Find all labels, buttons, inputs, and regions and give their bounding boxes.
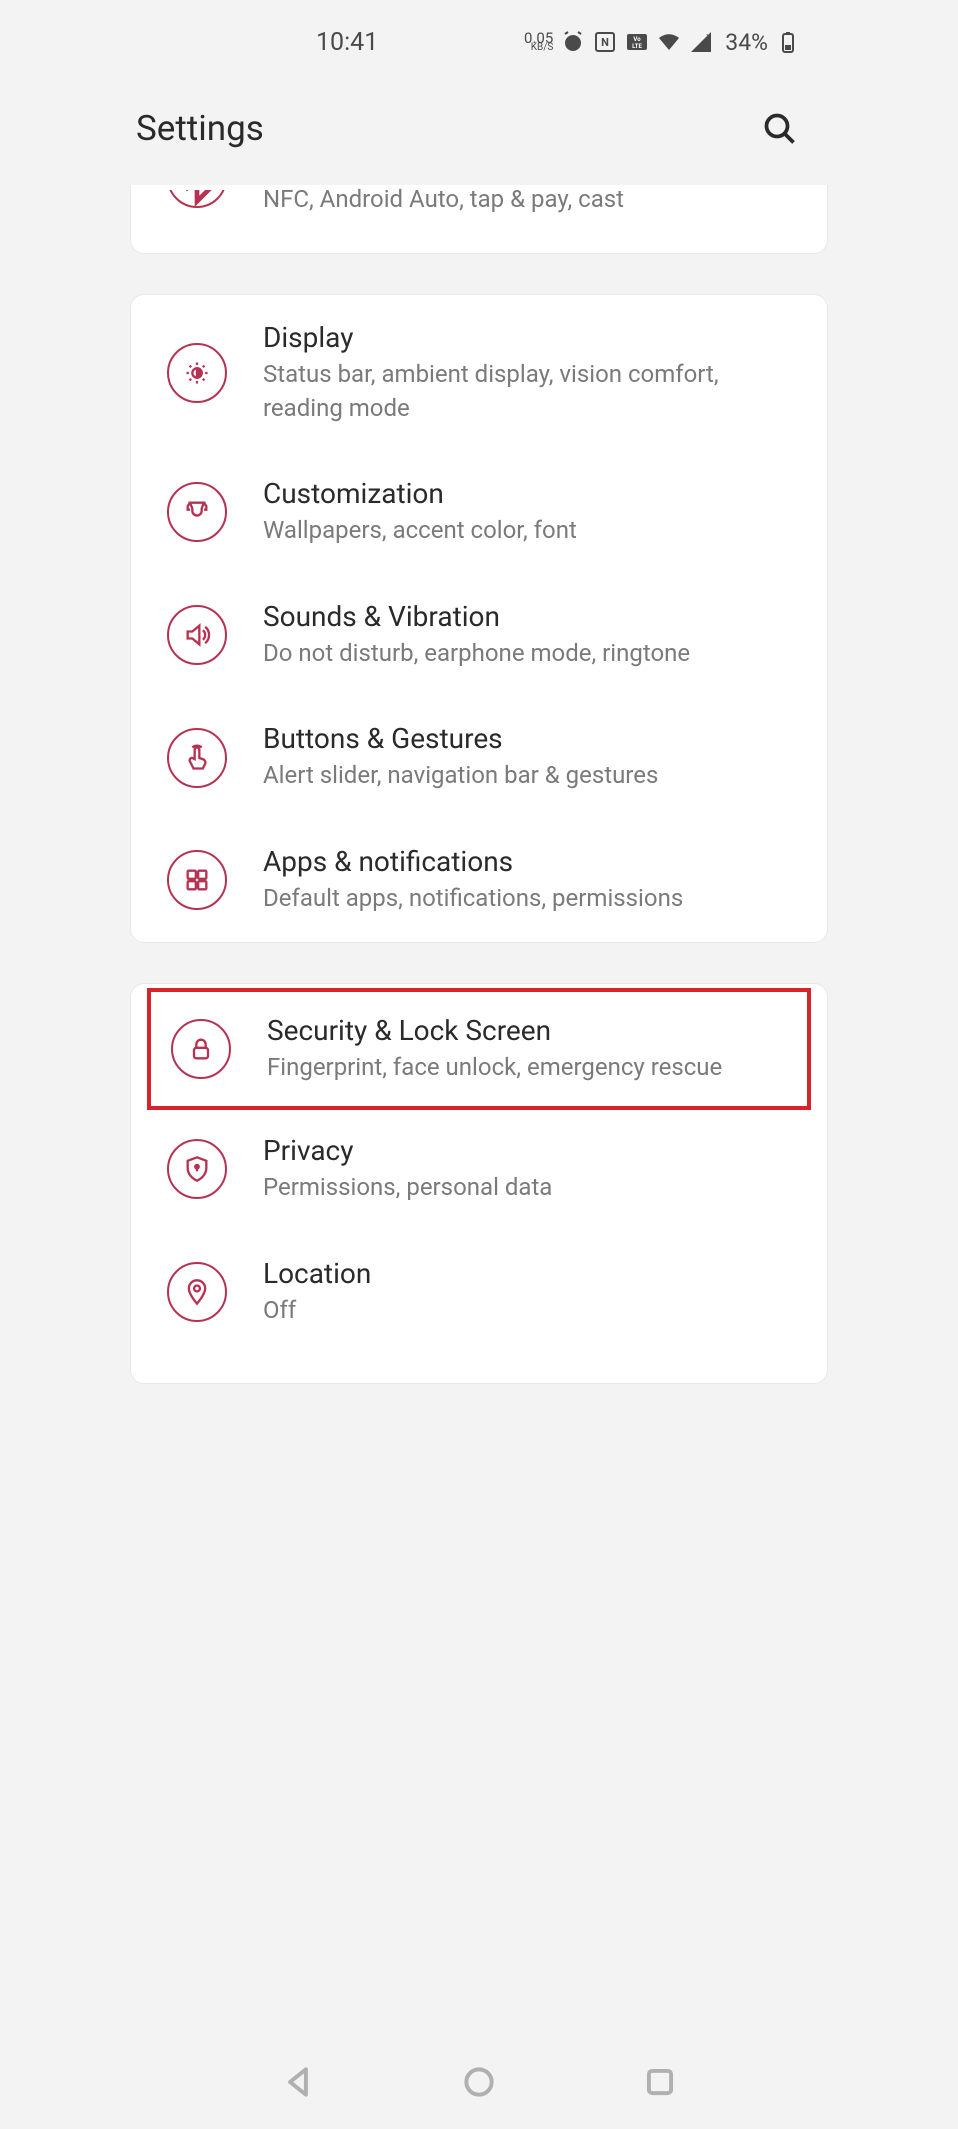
setting-location[interactable]: Location Off [131, 1231, 827, 1354]
setting-location-title: Location [263, 1257, 791, 1290]
setting-apps-title: Apps & notifications [263, 845, 791, 878]
back-triangle-icon [279, 2063, 317, 2101]
setting-customization-subtitle: Wallpapers, accent color, font [263, 514, 791, 548]
gestures-icon [167, 728, 227, 788]
search-icon [762, 111, 798, 147]
settings-card-connections: NFC, Android Auto, tap & pay, cast [130, 185, 828, 254]
page-title: Settings [136, 108, 264, 149]
wifi-icon [657, 30, 681, 54]
setting-connections-subtitle: NFC, Android Auto, tap & pay, cast [263, 185, 624, 213]
bluetooth-icon [167, 185, 227, 208]
setting-security[interactable]: Security & Lock Screen Fingerprint, face… [151, 992, 807, 1107]
setting-sounds[interactable]: Sounds & Vibration Do not disturb, earph… [131, 574, 827, 697]
svg-text:N: N [601, 36, 609, 49]
status-time: 10:41 [316, 28, 378, 57]
nav-back-button[interactable] [279, 2063, 317, 2105]
setting-apps-subtitle: Default apps, notifications, permissions [263, 882, 791, 916]
status-bar: 10:41 0.05 KB/S N VoLTE x 34% [128, 0, 830, 72]
nav-recent-button[interactable] [641, 2063, 679, 2105]
setting-display-title: Display [263, 321, 791, 354]
settings-card-device: Display Status bar, ambient display, vis… [130, 294, 828, 943]
setting-privacy-title: Privacy [263, 1134, 791, 1167]
setting-customization-title: Customization [263, 477, 791, 510]
setting-privacy-subtitle: Permissions, personal data [263, 1171, 791, 1205]
navigation-bar [128, 2043, 830, 2125]
battery-icon [776, 30, 800, 54]
battery-percentage: 34% [725, 29, 768, 56]
setting-privacy[interactable]: Privacy Permissions, personal data [131, 1108, 827, 1231]
nfc-icon: N [593, 30, 617, 54]
highlight-security: Security & Lock Screen Fingerprint, face… [147, 988, 811, 1111]
setting-buttons-subtitle: Alert slider, navigation bar & gestures [263, 759, 791, 793]
setting-customization[interactable]: Customization Wallpapers, accent color, … [131, 451, 827, 574]
recent-square-icon [641, 2063, 679, 2101]
location-icon [167, 1262, 227, 1322]
setting-security-subtitle: Fingerprint, face unlock, emergency resc… [267, 1051, 787, 1085]
setting-buttons[interactable]: Buttons & Gestures Alert slider, navigat… [131, 696, 827, 819]
search-button[interactable] [760, 109, 800, 149]
nav-home-button[interactable] [460, 2063, 498, 2105]
setting-apps[interactable]: Apps & notifications Default apps, notif… [131, 819, 827, 942]
network-speed: 0.05 KB/S [524, 32, 553, 52]
setting-connections[interactable]: NFC, Android Auto, tap & pay, cast [131, 185, 827, 213]
sounds-icon [167, 605, 227, 665]
setting-display-subtitle: Status bar, ambient display, vision comf… [263, 358, 791, 425]
customization-icon [167, 482, 227, 542]
svg-text:x: x [706, 32, 711, 42]
display-icon [167, 343, 227, 403]
volte-icon: VoLTE [625, 30, 649, 54]
svg-text:LTE: LTE [632, 43, 642, 50]
setting-location-subtitle: Off [263, 1294, 791, 1328]
lock-icon [171, 1019, 231, 1079]
privacy-icon [167, 1139, 227, 1199]
settings-card-privacy: Security & Lock Screen Fingerprint, face… [130, 983, 828, 1385]
setting-security-title: Security & Lock Screen [267, 1014, 787, 1047]
page-header: Settings [128, 72, 830, 185]
setting-buttons-title: Buttons & Gestures [263, 722, 791, 755]
home-circle-icon [460, 2063, 498, 2101]
setting-display[interactable]: Display Status bar, ambient display, vis… [131, 295, 827, 451]
svg-text:Vo: Vo [634, 36, 642, 43]
setting-sounds-subtitle: Do not disturb, earphone mode, ringtone [263, 637, 791, 671]
signal-icon: x [689, 30, 713, 54]
alarm-icon [561, 30, 585, 54]
apps-icon [167, 850, 227, 910]
setting-sounds-title: Sounds & Vibration [263, 600, 791, 633]
